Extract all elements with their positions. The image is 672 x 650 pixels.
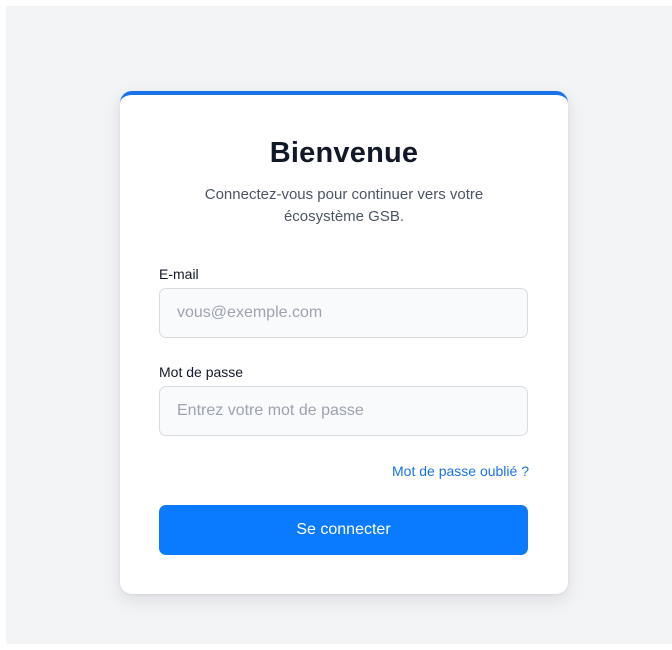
page-subtitle: Connectez-vous pour continuer vers votre… [204, 186, 484, 225]
page-title: Bienvenue [269, 137, 419, 169]
password-field[interactable] [159, 386, 528, 436]
password-label: Mot de passe [159, 364, 244, 380]
email-field[interactable] [159, 288, 528, 338]
login-button[interactable]: Se connecter [159, 505, 528, 555]
login-card: Bienvenue Connectez-vous pour continuer … [120, 91, 568, 594]
page-background: Bienvenue Connectez-vous pour continuer … [6, 6, 672, 644]
forgot-password-link[interactable]: Mot de passe oublié ? [392, 463, 529, 479]
email-label: E-mail [159, 266, 199, 282]
